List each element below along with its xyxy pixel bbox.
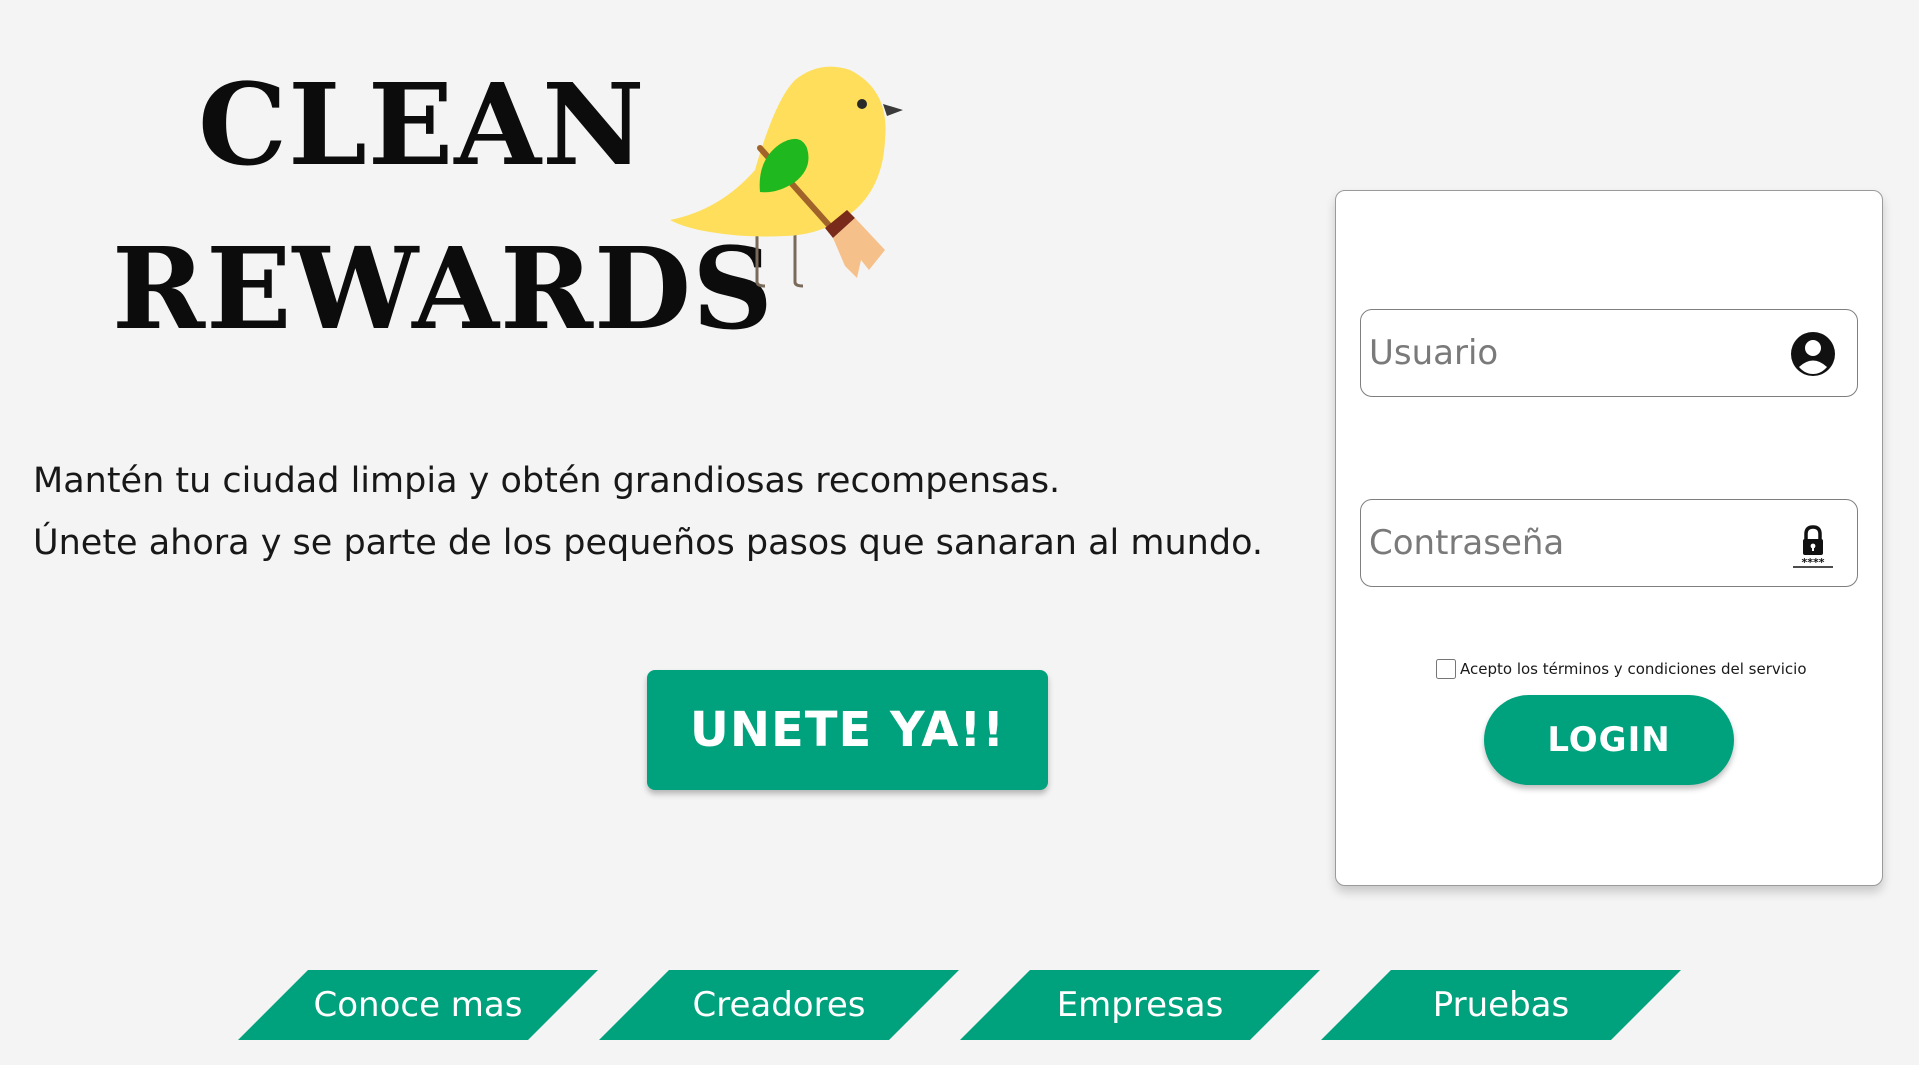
nav-item-label: Creadores (692, 985, 866, 1025)
password-field: **** (1360, 499, 1858, 587)
tagline-line-2: Únete ahora y se parte de los pequeños p… (33, 523, 1263, 563)
lock-password-icon: **** (1793, 525, 1833, 568)
tagline-line-1: Mantén tu ciudad limpia y obtén grandios… (33, 461, 1061, 501)
join-now-button[interactable]: UNETE YA!! (647, 670, 1048, 790)
nav-item-creadores[interactable]: Creadores (599, 970, 959, 1040)
login-card: **** Acepto los términos y condiciones d… (1335, 190, 1883, 886)
nav-item-label: Pruebas (1432, 985, 1570, 1025)
nav-item-label: Empresas (1056, 985, 1224, 1025)
nav-item-pruebas[interactable]: Pruebas (1321, 970, 1681, 1040)
nav-item-label: Conoce mas (313, 985, 523, 1025)
username-field (1360, 309, 1858, 397)
bird-with-broom-icon (670, 66, 903, 288)
password-input[interactable] (1369, 500, 1769, 586)
brand-title-line-1: CLEAN (198, 60, 646, 191)
tagline: Mantén tu ciudad limpia y obtén grandios… (33, 450, 1263, 574)
svg-text:****: **** (1801, 556, 1824, 568)
terms-checkbox-row[interactable]: Acepto los términos y condiciones del se… (1436, 659, 1807, 679)
terms-checkbox[interactable] (1436, 659, 1456, 679)
username-input[interactable] (1369, 310, 1769, 396)
terms-label: Acepto los términos y condiciones del se… (1460, 660, 1807, 678)
nav-item-empresas[interactable]: Empresas (960, 970, 1320, 1040)
login-button[interactable]: LOGIN (1484, 695, 1734, 785)
nav-item-conoce-mas[interactable]: Conoce mas (238, 970, 598, 1040)
user-circle-icon (1791, 332, 1835, 376)
